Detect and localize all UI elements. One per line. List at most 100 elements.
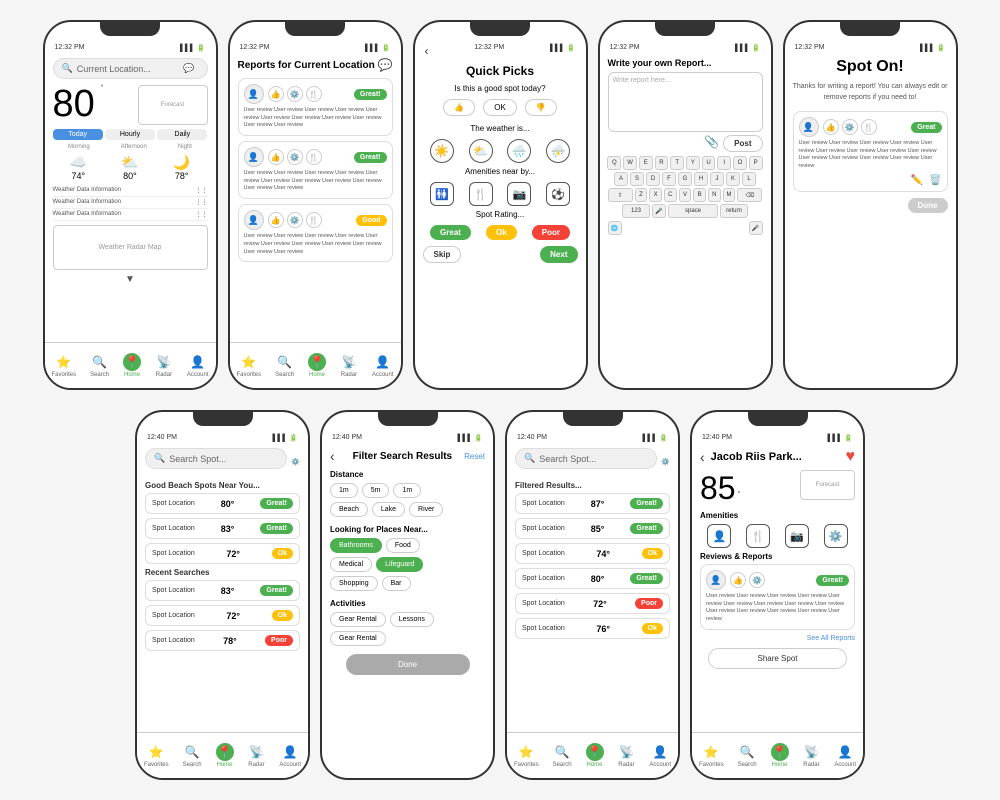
nav-radar[interactable]: 📡Radar xyxy=(802,743,820,768)
share-btn[interactable]: Share Spot xyxy=(708,648,848,669)
key-return[interactable]: return xyxy=(720,204,748,218)
fork-icon[interactable]: 🍴 xyxy=(861,119,877,135)
settings-icon-2[interactable]: ⚙️ xyxy=(287,149,303,165)
storm-icon[interactable]: ⛈️ xyxy=(546,139,570,163)
nearby-lifeguard[interactable]: Lifeguard xyxy=(376,557,423,572)
settings-icon[interactable]: ⚙️ xyxy=(287,86,303,102)
spot-row-3[interactable]: Spot Location 72° Ok xyxy=(145,543,300,564)
dist-5m[interactable]: 5m xyxy=(362,483,390,498)
nav-favorites[interactable]: ⭐Favorites xyxy=(699,743,724,768)
back-arrow[interactable]: ‹ xyxy=(330,448,335,464)
location-search[interactable]: 🔍 Current Location... 💬 xyxy=(53,58,208,79)
rating-great[interactable]: Great xyxy=(430,225,471,240)
key-v[interactable]: V xyxy=(679,188,692,202)
nearby-bathrooms[interactable]: Bathrooms xyxy=(330,538,382,553)
nav-account[interactable]: 👤Account xyxy=(834,743,856,768)
bottom-nav[interactable]: ⭐Favorites 🔍Search 📍Home 📡Radar 👤Account xyxy=(230,342,401,388)
spot-row-1[interactable]: Spot Location 80° Great! xyxy=(145,493,300,514)
nav-account[interactable]: 👤Account xyxy=(187,353,209,378)
bottom-nav[interactable]: ⭐Favorites 🔍Search 📍Home 📡Radar 👤Account xyxy=(137,732,308,778)
wr-textarea[interactable]: Write report here... xyxy=(608,72,763,132)
key-123[interactable]: 123 xyxy=(622,204,650,218)
nav-account[interactable]: 👤Account xyxy=(372,353,394,378)
fork-icon[interactable]: 🍴 xyxy=(306,86,322,102)
fork-icon-3[interactable]: 🍴 xyxy=(306,212,322,228)
post-btn[interactable]: Post xyxy=(723,135,762,152)
thumbs-up-icon[interactable]: 👍 xyxy=(823,119,839,135)
nav-account[interactable]: 👤Account xyxy=(279,743,301,768)
nav-search[interactable]: 🔍Search xyxy=(90,353,109,378)
key-space[interactable]: space xyxy=(668,204,718,218)
camera-icon[interactable]: 📷 xyxy=(507,182,531,206)
key-y[interactable]: Y xyxy=(686,156,700,170)
thumbs-up-btn[interactable]: 👍 xyxy=(443,99,475,116)
activity-lessons[interactable]: Lessons xyxy=(390,612,434,627)
key-i[interactable]: I xyxy=(717,156,731,170)
nav-search[interactable]: 🔍Search xyxy=(738,743,757,768)
key-h[interactable]: H xyxy=(694,172,708,186)
skip-btn[interactable]: Skip xyxy=(423,246,462,263)
nav-favorites[interactable]: ⭐Favorites xyxy=(144,743,169,768)
key-n[interactable]: N xyxy=(708,188,721,202)
keyboard[interactable]: Q W E R T Y U I O P A S D F G H xyxy=(608,156,763,235)
nav-search[interactable]: 🔍Search xyxy=(553,743,572,768)
key-z[interactable]: Z xyxy=(635,188,648,202)
activity-gear[interactable]: Gear Rental xyxy=(330,612,386,627)
nearby-medical[interactable]: Medical xyxy=(330,557,372,572)
weather-tabs[interactable]: Today Hourly Daily xyxy=(53,129,208,140)
filter-done-btn[interactable]: Done xyxy=(346,654,470,675)
bottom-nav[interactable]: ⭐Favorites 🔍Search 📍Home 📡Radar 👤Account xyxy=(507,732,678,778)
key-s[interactable]: S xyxy=(630,172,644,186)
thumbs-up-icon[interactable]: 👍 xyxy=(730,572,746,588)
key-p[interactable]: P xyxy=(749,156,763,170)
amenity-food[interactable]: 🍴 xyxy=(746,524,770,548)
key-b[interactable]: B xyxy=(693,188,706,202)
result-row-1[interactable]: Spot Location 87° Great! xyxy=(515,493,670,514)
nav-radar[interactable]: 📡Radar xyxy=(247,743,265,768)
heart-icon[interactable]: ♥ xyxy=(846,448,856,466)
dist-1m2[interactable]: 1m xyxy=(393,483,421,498)
result-row-3[interactable]: Spot Location 74° Ok xyxy=(515,543,670,564)
key-q[interactable]: Q xyxy=(607,156,621,170)
tab-hourly[interactable]: Hourly xyxy=(105,129,155,140)
result-row-4[interactable]: Spot Location 80° Great! xyxy=(515,568,670,589)
key-x[interactable]: X xyxy=(649,188,662,202)
tab-today[interactable]: Today xyxy=(53,129,103,140)
result-row-6[interactable]: Spot Location 76° Ok xyxy=(515,618,670,639)
nav-home[interactable]: 📍Home xyxy=(308,353,326,378)
nav-home[interactable]: 📍Home xyxy=(123,353,141,378)
dist-1m[interactable]: 1m xyxy=(330,483,358,498)
type-lake[interactable]: Lake xyxy=(372,502,405,517)
ok-btn[interactable]: OK xyxy=(483,99,517,116)
key-l[interactable]: L xyxy=(742,172,756,186)
nav-home[interactable]: 📍Home xyxy=(216,743,234,768)
soccer-icon[interactable]: ⚽ xyxy=(546,182,570,206)
settings-icon[interactable]: ⚙️ xyxy=(749,572,765,588)
key-emoji[interactable]: 🌐 xyxy=(608,221,622,235)
nav-radar[interactable]: 📡Radar xyxy=(340,353,358,378)
key-a[interactable]: A xyxy=(614,172,628,186)
key-mic2[interactable]: 🎤 xyxy=(749,221,763,235)
key-e[interactable]: E xyxy=(639,156,653,170)
nav-favorites[interactable]: ⭐Favorites xyxy=(51,353,76,378)
nav-favorites[interactable]: ⭐Favorites xyxy=(236,353,261,378)
done-btn[interactable]: Done xyxy=(908,198,948,213)
radar-map[interactable]: Weather Radar Map xyxy=(53,225,208,270)
rating-ok[interactable]: Ok xyxy=(486,225,517,240)
key-c[interactable]: C xyxy=(664,188,677,202)
key-mic[interactable]: 🎤 xyxy=(652,204,666,218)
nav-home[interactable]: 📍Home xyxy=(586,743,604,768)
thumbs-down-btn[interactable]: 👎 xyxy=(525,99,557,116)
search-input[interactable]: 🔍 Search Spot... xyxy=(145,448,287,469)
reset-btn[interactable]: Reset xyxy=(464,452,485,461)
settings-icon-3[interactable]: ⚙️ xyxy=(287,212,303,228)
nav-radar[interactable]: 📡Radar xyxy=(617,743,635,768)
spot-row-6[interactable]: Spot Location 78° Poor xyxy=(145,630,300,651)
attachment-icon[interactable]: 📎 xyxy=(704,135,719,152)
key-g[interactable]: G xyxy=(678,172,692,186)
spot-row-5[interactable]: Spot Location 72° Ok xyxy=(145,605,300,626)
back-arrow[interactable]: ‹ xyxy=(700,449,705,465)
nearby-shopping[interactable]: Shopping xyxy=(330,576,378,591)
key-u[interactable]: U xyxy=(702,156,716,170)
search-input[interactable]: 🔍 Search Spot... xyxy=(515,448,657,469)
